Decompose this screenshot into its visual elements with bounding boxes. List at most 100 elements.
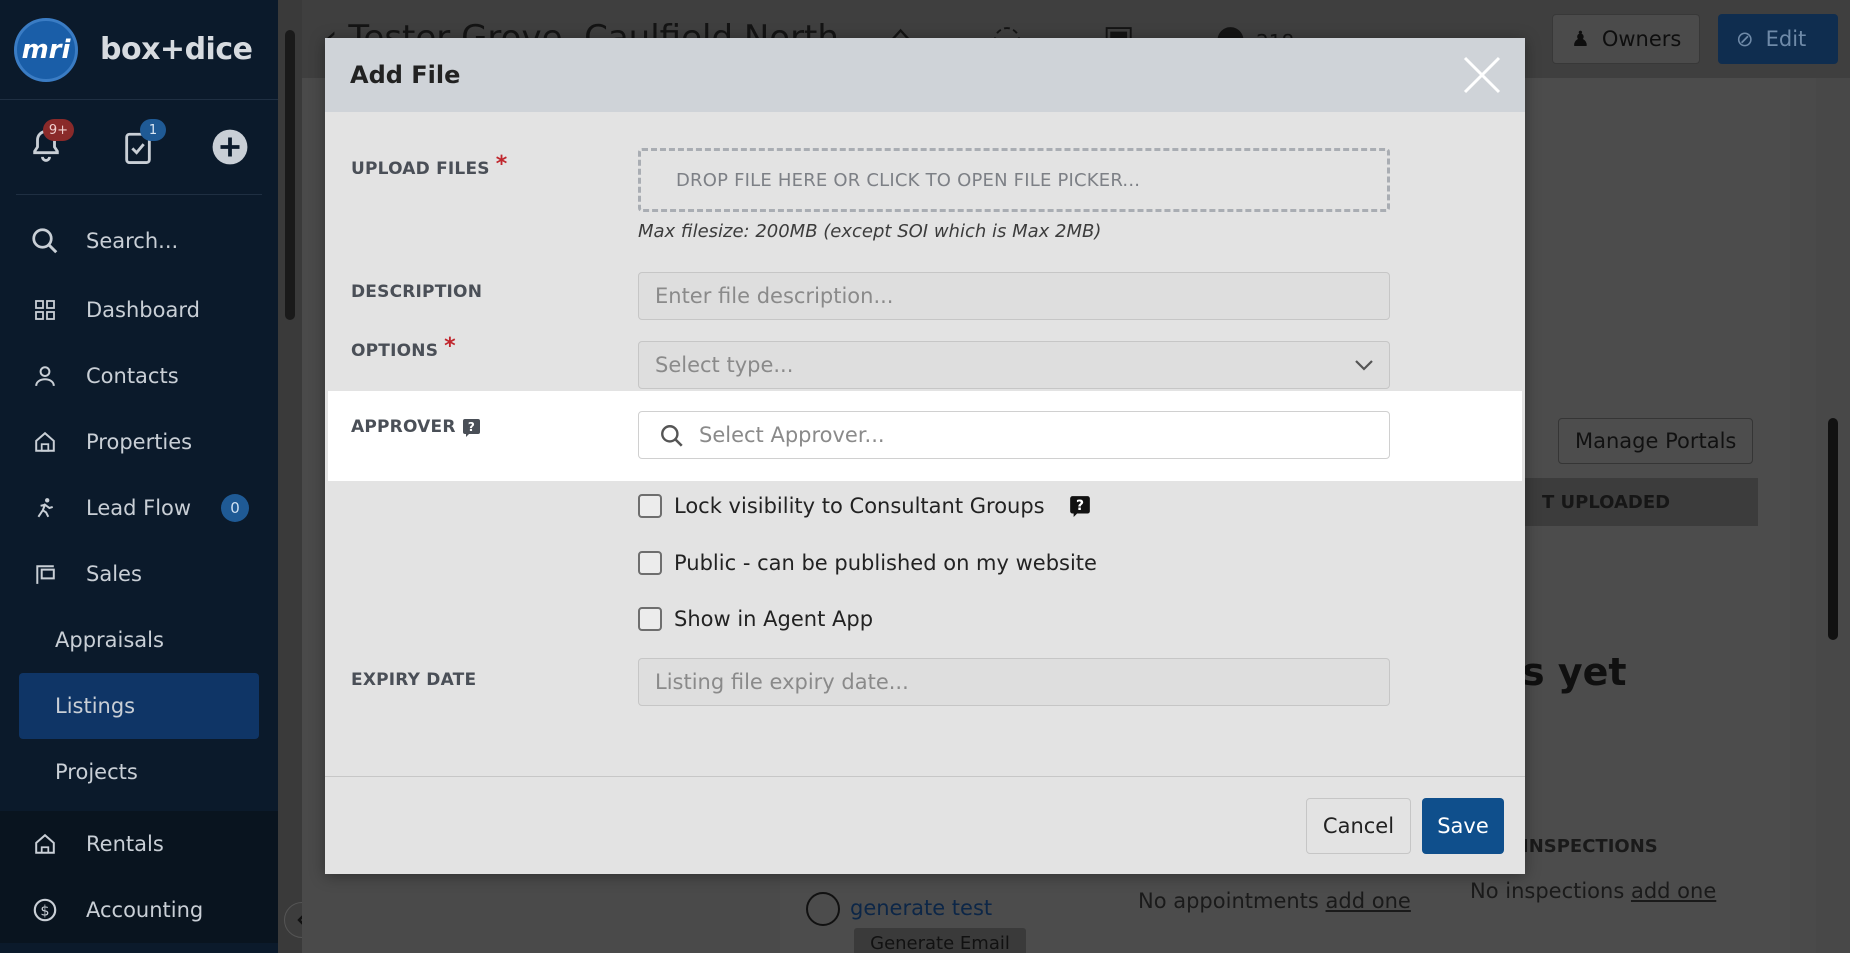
sidebar-item-listings[interactable]: Listings xyxy=(19,673,259,739)
agent-app-checkbox-row[interactable]: Show in Agent App xyxy=(638,607,873,631)
house-icon xyxy=(30,829,60,859)
user-icon xyxy=(30,361,60,391)
sidebar-item-label: Accounting xyxy=(86,898,204,922)
not-uploaded-status: T UPLOADED xyxy=(1502,478,1758,526)
sidebar-item-label: Listings xyxy=(55,694,136,718)
sidebar-item-contacts[interactable]: Contacts xyxy=(0,343,278,409)
generate-test-item[interactable]: generate test xyxy=(806,892,992,926)
sidebar-item-label: Projects xyxy=(55,760,138,784)
inspections-header: INSPECTIONS xyxy=(1522,836,1658,857)
chevron-down-icon xyxy=(1355,360,1373,371)
brand-name: box+dice xyxy=(100,32,253,67)
sidebar-scrollbar[interactable] xyxy=(278,0,302,953)
expiry-date-label: EXPIRY DATE xyxy=(351,670,477,690)
add-new-button[interactable] xyxy=(210,127,250,167)
sidebar-item-projects[interactable]: Projects xyxy=(0,739,278,805)
svg-text:$: $ xyxy=(40,903,49,919)
required-marker: * xyxy=(495,152,508,177)
sidebar-item-label: Sales xyxy=(86,562,142,586)
svg-text:?: ? xyxy=(468,420,475,434)
approver-label: APPROVER ? xyxy=(351,417,481,437)
mri-logo[interactable]: mri xyxy=(14,17,78,82)
edit-circle-icon: ⊘ xyxy=(1736,27,1754,51)
options-placeholder: Select type... xyxy=(655,353,794,377)
tasks-button[interactable]: 1 xyxy=(118,119,166,167)
manage-portals-button[interactable]: Manage Portals xyxy=(1558,418,1754,464)
search-icon xyxy=(661,425,683,447)
sidebar-item-label: Contacts xyxy=(86,364,179,388)
scrollbar-thumb[interactable] xyxy=(1828,418,1838,640)
plus-circle-icon xyxy=(212,129,248,165)
house-icon xyxy=(30,427,60,457)
runner-icon xyxy=(30,493,60,523)
notifications-button[interactable]: 9+ xyxy=(26,119,74,167)
sidebar-item-label: Dashboard xyxy=(86,298,200,322)
description-placeholder: Enter file description... xyxy=(655,284,894,308)
lock-visibility-checkbox[interactable] xyxy=(638,494,662,518)
public-website-checkbox[interactable] xyxy=(638,551,662,575)
cancel-button[interactable]: Cancel xyxy=(1306,798,1411,854)
upload-files-label: UPLOAD FILES * xyxy=(351,152,508,179)
sidebar-nav: Search... Dashboard Contacts Properties … xyxy=(0,205,278,805)
generate-email-button[interactable]: Generate Email xyxy=(854,928,1026,953)
sidebar-quick-actions: 9+ 1 xyxy=(16,100,262,195)
sidebar-item-leadflow[interactable]: Lead Flow 0 xyxy=(0,475,278,541)
add-inspection-link[interactable]: add one xyxy=(1631,879,1716,903)
appointments-empty: No appointments add one xyxy=(1138,889,1411,913)
sidebar-header: mri box+dice xyxy=(0,0,278,100)
add-file-modal: Add File UPLOAD FILES * DROP FILE HERE OR… xyxy=(325,38,1525,874)
sidebar-item-dashboard[interactable]: Dashboard xyxy=(0,277,278,343)
modal-title: Add File xyxy=(350,61,461,89)
options-label: OPTIONS * xyxy=(351,334,456,361)
dollar-circle-icon: $ xyxy=(30,895,60,925)
sidebar-item-label: Rentals xyxy=(86,832,164,856)
close-icon[interactable] xyxy=(1461,54,1503,96)
approver-placeholder: Select Approver... xyxy=(699,423,885,447)
help-icon[interactable]: ? xyxy=(462,418,481,437)
circle-icon xyxy=(806,892,840,926)
expiry-date-input[interactable]: Listing file expiry date... xyxy=(638,658,1390,706)
sidebar-search[interactable]: Search... xyxy=(0,205,278,277)
sidebar-search-label: Search... xyxy=(86,229,179,253)
inspections-empty: No inspections add one xyxy=(1470,879,1717,903)
file-dropzone[interactable]: DROP FILE HERE OR CLICK TO OPEN FILE PIC… xyxy=(638,148,1390,212)
options-select[interactable]: Select type... xyxy=(638,341,1390,389)
sidebar-item-properties[interactable]: Properties xyxy=(0,409,278,475)
sign-icon xyxy=(30,559,60,589)
help-icon[interactable]: ? xyxy=(1069,495,1091,517)
description-label: DESCRIPTION xyxy=(351,282,483,302)
grid-icon xyxy=(30,295,60,325)
modal-header: Add File xyxy=(325,38,1525,112)
sidebar-item-appraisals[interactable]: Appraisals xyxy=(0,607,278,673)
save-button[interactable]: Save xyxy=(1422,798,1504,854)
expiry-placeholder: Listing file expiry date... xyxy=(655,670,909,694)
sidebar: mri box+dice 9+ 1 Search... Dashboard Co… xyxy=(0,0,278,953)
description-input[interactable]: Enter file description... xyxy=(638,272,1390,320)
sidebar-item-accounting[interactable]: $ Accounting xyxy=(0,877,278,943)
public-website-checkbox-row[interactable]: Public - can be published on my website xyxy=(638,551,1097,575)
edit-button[interactable]: ⊘ Edit xyxy=(1718,14,1838,64)
sidebar-item-rentals[interactable]: Rentals xyxy=(0,811,278,877)
lock-visibility-checkbox-row[interactable]: Lock visibility to Consultant Groups ? xyxy=(638,494,1091,518)
agent-app-checkbox[interactable] xyxy=(638,607,662,631)
modal-footer-divider xyxy=(325,776,1525,777)
checkbox-label: Show in Agent App xyxy=(674,607,874,631)
sidebar-nav-bottom: Rentals $ Accounting xyxy=(0,811,278,943)
max-filesize-hint: Max filesize: 200MB (except SOI which is… xyxy=(638,221,1102,242)
tasks-badge: 1 xyxy=(140,119,166,141)
notifications-badge: 9+ xyxy=(42,119,74,141)
sidebar-item-label: Lead Flow xyxy=(86,496,192,520)
checkbox-label: Public - can be published on my website xyxy=(674,551,1097,575)
leadflow-count-badge: 0 xyxy=(221,494,250,522)
sidebar-item-sales[interactable]: Sales xyxy=(0,541,278,607)
page-scrollbar[interactable] xyxy=(1816,78,1850,953)
svg-text:?: ? xyxy=(1076,498,1084,514)
approver-search-input[interactable]: Select Approver... xyxy=(638,411,1390,459)
add-appointment-link[interactable]: add one xyxy=(1326,889,1411,913)
owners-button[interactable]: ♟ Owners xyxy=(1552,14,1701,64)
empty-state-heading: s yet xyxy=(1522,650,1627,694)
scrollbar-thumb[interactable] xyxy=(285,30,295,320)
required-marker: * xyxy=(444,334,456,359)
sidebar-item-label: Properties xyxy=(86,430,193,454)
person-icon: ♟ xyxy=(1571,27,1590,51)
